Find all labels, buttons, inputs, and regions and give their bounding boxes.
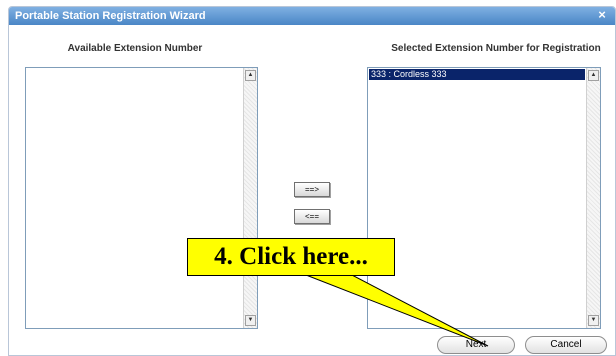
annotation-callout: 4. Click here...: [187, 238, 395, 276]
callout-pointer-arrow: [305, 274, 489, 347]
